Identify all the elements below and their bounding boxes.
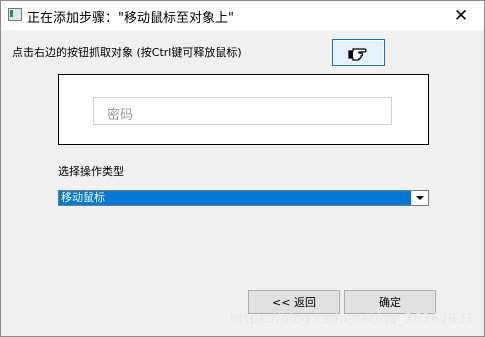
captured-object-preview: 密码 — [58, 74, 429, 145]
add-step-dialog: 正在添加步骤："移动鼠标至对象上" ✕ 点击右边的按钮抓取对象 (按Ctrl键可… — [0, 0, 485, 337]
capture-instruction: 点击右边的按钮抓取对象 (按Ctrl键可释放鼠标) — [12, 46, 242, 59]
watermark: https://blog.csdn.net/qq_36367831 — [230, 312, 475, 327]
close-button[interactable]: ✕ — [438, 1, 484, 30]
dialog-title: 正在添加步骤："移动鼠标至对象上" — [27, 11, 234, 26]
close-icon: ✕ — [453, 5, 469, 26]
back-button[interactable]: << 返回 — [248, 290, 340, 314]
app-icon — [8, 8, 22, 21]
capture-object-button[interactable] — [332, 39, 385, 66]
password-field-preview: 密码 — [93, 97, 392, 125]
operation-type-label: 选择操作类型 — [58, 165, 124, 178]
password-placeholder: 密码 — [107, 108, 134, 123]
title-bar: 正在添加步骤："移动鼠标至对象上" ✕ — [1, 1, 484, 30]
operation-type-value: 移动鼠标 — [59, 191, 411, 205]
operation-type-select[interactable]: 移动鼠标 — [58, 190, 429, 206]
chevron-down-icon[interactable] — [411, 191, 428, 205]
pointing-hand-icon — [348, 48, 367, 61]
confirm-button[interactable]: 确定 — [344, 290, 436, 314]
